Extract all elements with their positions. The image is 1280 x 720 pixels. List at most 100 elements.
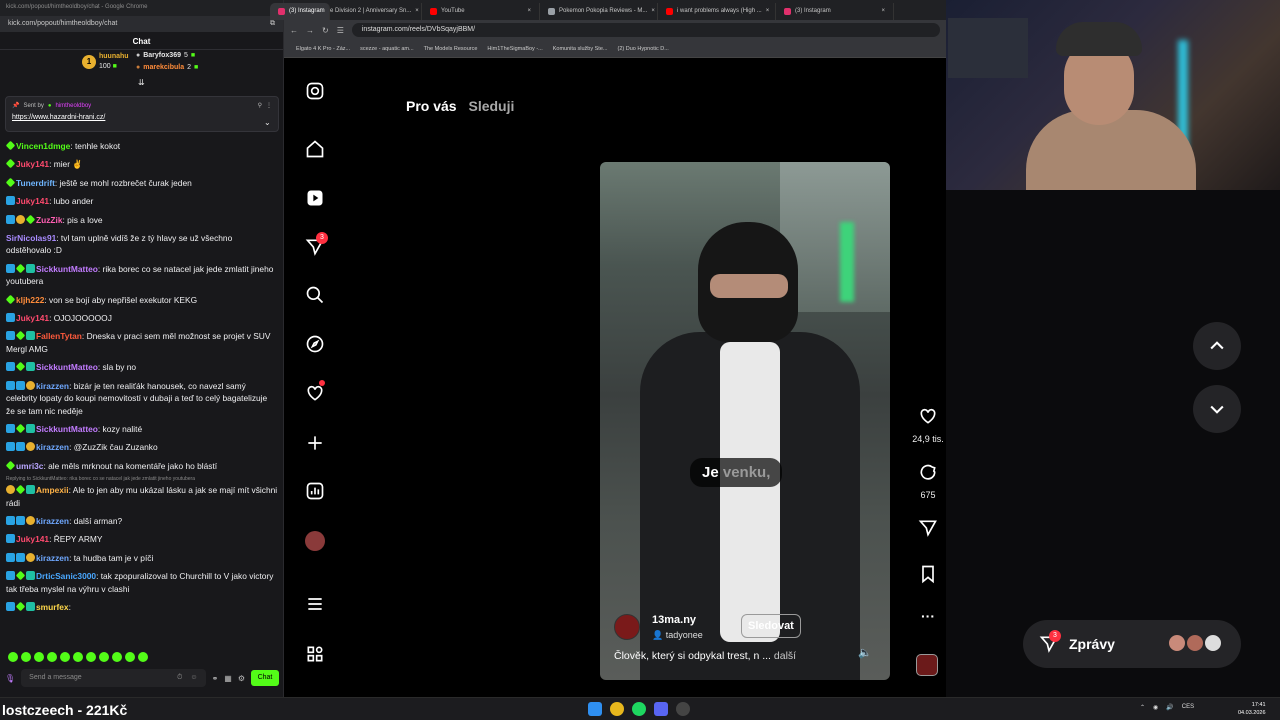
chat-username[interactable]: DrticSanic3000	[36, 571, 96, 581]
emote-icon[interactable]	[8, 652, 18, 662]
timer-icon[interactable]: ⏱	[177, 674, 182, 682]
previous-reel-button[interactable]	[1193, 322, 1241, 370]
chat-message[interactable]: ZuzZik: pis a love	[6, 214, 278, 226]
chat-username[interactable]: kirazzen	[36, 516, 69, 526]
network-icon[interactable]: ◉	[1153, 704, 1158, 711]
reel-video[interactable]: Je venku, 13ma.ny 👤 tadyonee Sledovat Čl…	[600, 162, 890, 680]
chat-username[interactable]: Tunerdrift	[16, 178, 55, 188]
tab-sleduji[interactable]: Sleduji	[468, 98, 514, 114]
chat-username[interactable]: Juky141	[16, 313, 49, 323]
emote-icon[interactable]	[125, 652, 135, 662]
chat-username[interactable]: umri3c	[16, 461, 43, 471]
emote-icon[interactable]	[34, 652, 44, 662]
audio-thumbnail[interactable]	[916, 654, 938, 676]
chat-username[interactable]: Ampexii	[36, 485, 69, 495]
create-plus-icon[interactable]	[304, 432, 326, 454]
emote-icon[interactable]	[112, 652, 122, 662]
gifter-1[interactable]: 1 huunahu 100 ■	[82, 52, 129, 72]
creator-avatar[interactable]	[614, 614, 640, 640]
direct-messages-icon[interactable]: 3	[304, 232, 328, 258]
more-link[interactable]: další	[774, 650, 796, 662]
emote-icon[interactable]	[86, 652, 96, 662]
chat-username[interactable]: Juky141	[16, 159, 49, 169]
browser-tab[interactable]: YouTube ×	[422, 3, 541, 20]
chat-username[interactable]: kirazzen	[36, 553, 69, 563]
chat-message[interactable]: kirazzen: @ZuzZik čau Zuzanko	[6, 441, 278, 453]
chrome-icon[interactable]	[610, 702, 624, 716]
bookmark-item[interactable]: scezze - aquatic am...	[360, 46, 414, 52]
reload-icon[interactable]: ↻	[322, 26, 329, 35]
browser-tab[interactable]: i want problems always (High ... ×	[658, 3, 777, 20]
chat-message[interactable]: Vincen1dmge: tenhle kokot	[5, 140, 278, 152]
chat-message[interactable]: SickkuntMatteo: sla by no	[6, 361, 278, 373]
chat-username[interactable]: SickkuntMatteo	[36, 264, 98, 274]
search-icon[interactable]	[304, 284, 326, 306]
settings-icon[interactable]: ⚙	[238, 674, 245, 683]
follow-button[interactable]: Sledovat	[741, 614, 801, 638]
explore-icon[interactable]	[304, 333, 326, 355]
close-tab-icon[interactable]: ×	[329, 8, 330, 15]
save-button[interactable]	[898, 564, 958, 589]
bookmark-item[interactable]: (2) Duo Hypnotic D...	[617, 46, 668, 52]
chat-username[interactable]: kljh222	[16, 295, 44, 305]
emote-icon[interactable]	[60, 652, 70, 662]
browser-tab[interactable]: (3) Instagram ×	[270, 3, 330, 20]
expand-chevron-icon[interactable]: ⌄	[264, 118, 271, 127]
chat-message[interactable]: DrticSanic3000: tak zpopuralizoval to Ch…	[6, 570, 278, 595]
chat-username[interactable]: SirNicolas91	[6, 233, 56, 243]
translate-icon[interactable]: ⧉	[270, 20, 275, 28]
messages-panel-button[interactable]: 3 Zprávy	[1023, 620, 1241, 668]
chat-message[interactable]: kirazzen: bizár je ten realiťák hanousek…	[6, 380, 278, 417]
chat-message[interactable]: umri3c: ale měls mrknout na komentáře ja…	[5, 460, 278, 472]
send-chat-button[interactable]: Chat	[251, 670, 279, 686]
share-button[interactable]	[898, 518, 958, 543]
bookmark-item[interactable]: The Models Resource	[424, 46, 478, 52]
profile-avatar[interactable]	[304, 530, 326, 552]
also-from-meta-icon[interactable]	[304, 643, 326, 665]
link-icon[interactable]: ⚭	[212, 674, 219, 683]
pinned-message[interactable]: 📌 Sent by ● himtheoldboy ⚲ ⋮ https://www…	[5, 96, 279, 132]
chat-username[interactable]: SickkuntMatteo	[36, 424, 98, 434]
emoji-icon[interactable]: ☺	[190, 674, 197, 682]
chat-message[interactable]: kirazzen: ta hudba tam je v píči	[6, 552, 278, 564]
chat-username[interactable]: ZuzZik	[36, 215, 63, 225]
chat-username[interactable]: FallenTytan	[36, 331, 82, 341]
comment-button[interactable]: 675	[898, 462, 958, 500]
instagram-logo-icon[interactable]	[304, 80, 326, 102]
chat-message[interactable]: SirNicolas91: tvl tam uplně vidíš že z t…	[6, 232, 278, 257]
chat-url-bar[interactable]: kick.com/popout/himtheoldboy/chat ⧉	[0, 16, 283, 32]
spotify-icon[interactable]	[632, 702, 646, 716]
url-input[interactable]: instagram.com/reels/DVbSqayjBBM/	[351, 23, 940, 37]
back-icon[interactable]: ←	[290, 26, 298, 35]
tray-expand-icon[interactable]: ⌃	[1140, 704, 1145, 711]
chat-username[interactable]: Juky141	[16, 534, 49, 544]
emote-icon[interactable]	[99, 652, 109, 662]
notifications-heart-icon[interactable]	[304, 380, 326, 404]
chat-username[interactable]: kirazzen	[36, 381, 69, 391]
more-options-icon[interactable]: ···	[898, 608, 958, 624]
pinned-link[interactable]: https://www.hazardni-hrani.cz/	[6, 114, 278, 121]
forward-icon[interactable]: →	[306, 26, 314, 35]
emote-icon[interactable]	[138, 652, 148, 662]
language-indicator[interactable]: CES	[1182, 704, 1194, 711]
close-tab-icon[interactable]: ×	[766, 8, 770, 15]
volume-icon[interactable]: 🔊	[1166, 704, 1173, 711]
emote-icon[interactable]	[73, 652, 83, 662]
like-button[interactable]: 24,9 tis.	[898, 406, 958, 444]
emote-icon[interactable]	[47, 652, 57, 662]
chat-message[interactable]: Juky141: lubo ander	[6, 195, 278, 207]
chat-message[interactable]: SickkuntMatteo: kozy nalité	[6, 423, 278, 435]
chat-input[interactable]: Send a message ⏱ ☺	[21, 669, 206, 687]
chat-message[interactable]: kirazzen: další arman?	[6, 515, 278, 527]
chat-message[interactable]: Tunerdrift: ještě se mohl rozbrečet čura…	[5, 177, 278, 189]
close-tab-icon[interactable]: ×	[528, 8, 532, 15]
browser-tab[interactable]: Pokemon Pokopia Reviews - M... ×	[540, 3, 659, 20]
bookmark-item[interactable]: Elgato 4 K Pro - Záz...	[296, 46, 350, 52]
bookmark-item[interactable]: Him1TheSigmaBoy -...	[487, 46, 542, 52]
emote-icon[interactable]	[21, 652, 31, 662]
chat-message[interactable]: kljh222: von se bojí aby nepřišel exekut…	[5, 294, 278, 306]
dashboard-icon[interactable]	[304, 480, 326, 502]
audio-label[interactable]: 👤 tadyonee	[652, 630, 703, 641]
bookmark-item[interactable]: Komunita služby Ste...	[553, 46, 608, 52]
close-tab-icon[interactable]: ×	[415, 8, 419, 15]
